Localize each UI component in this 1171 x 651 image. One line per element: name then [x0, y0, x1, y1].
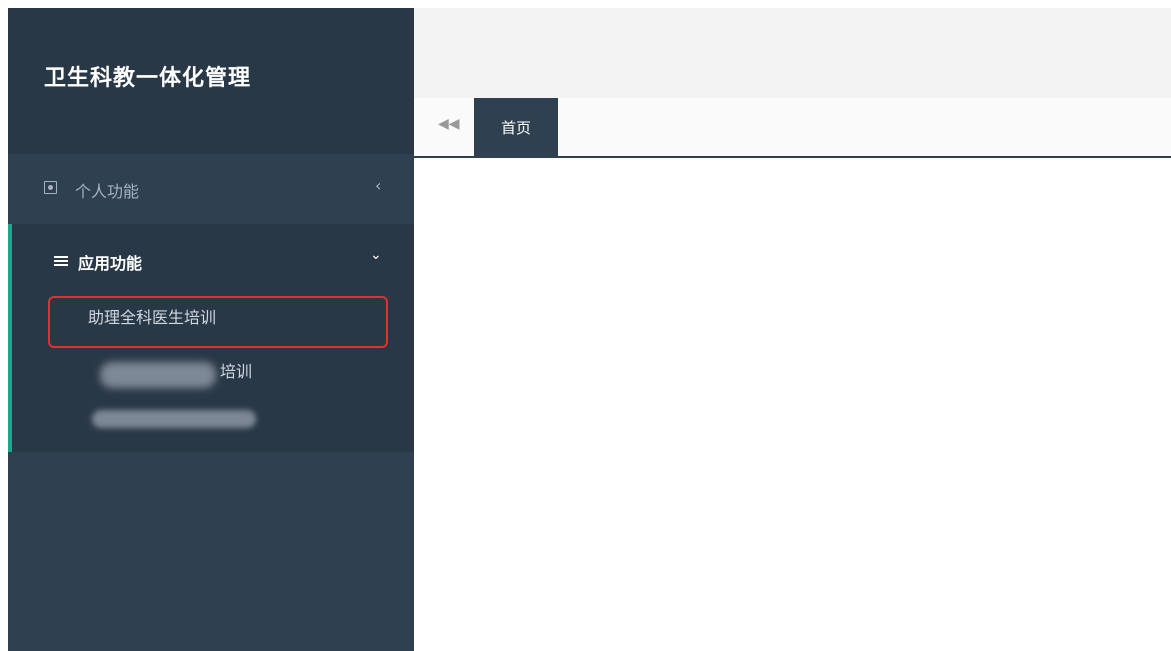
sidebar-subitem-assistant-gp-training[interactable]: 助理全科医生培训 — [88, 304, 216, 328]
redacted-subitem[interactable] — [92, 410, 256, 428]
top-bar — [414, 8, 1171, 98]
list-icon — [54, 256, 68, 266]
sidebar-item-personal[interactable]: 个人功能 ‹ — [8, 154, 414, 224]
brand-title: 卫生科教一体化管理 — [44, 66, 252, 91]
user-card-icon — [44, 181, 57, 194]
sidebar: 卫生科教一体化管理 个人功能 ‹ 应用功能 ⌄ 助理全科医生培训 培训 — [8, 8, 414, 651]
tab-home[interactable]: 首页 — [474, 98, 558, 156]
sidebar-item-app[interactable]: 应用功能 ⌄ — [12, 224, 414, 294]
brand-header: 卫生科教一体化管理 — [8, 8, 414, 154]
tab-bar: ◀◀ 首页 — [414, 98, 1171, 158]
chevron-left-icon: ‹ — [375, 176, 382, 195]
main-content — [414, 158, 1171, 651]
sidebar-item-label: 个人功能 — [75, 182, 140, 201]
sidebar-group-app: 应用功能 ⌄ 助理全科医生培训 培训 — [8, 224, 414, 452]
redacted-text — [100, 362, 216, 388]
chevron-down-icon: ⌄ — [370, 247, 382, 263]
sidebar-subitem-training[interactable]: 培训 — [220, 358, 252, 382]
double-left-arrow-icon[interactable]: ◀◀ — [438, 116, 460, 132]
sidebar-item-label: 应用功能 — [78, 254, 143, 273]
